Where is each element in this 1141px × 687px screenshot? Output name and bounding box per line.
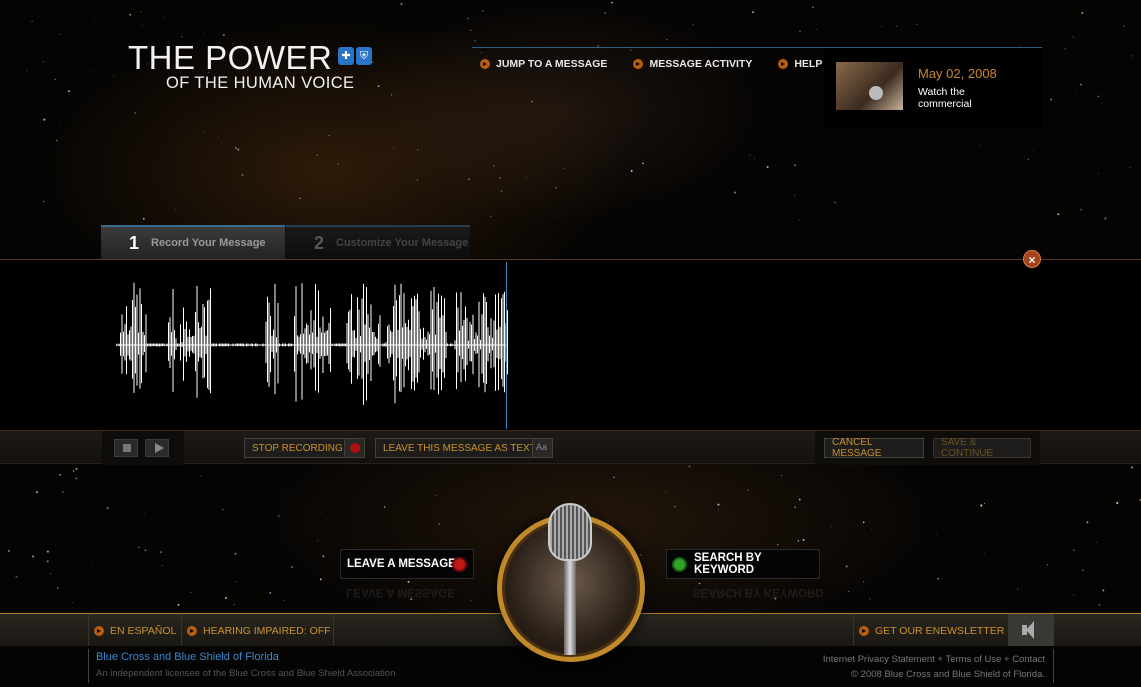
cancel-message-button[interactable]: CANCEL MESSAGE: [824, 437, 924, 459]
nav-divider: [472, 47, 824, 48]
nav-jump-to-message[interactable]: JUMP TO A MESSAGE: [480, 58, 607, 70]
enewsletter-link[interactable]: GET OUR ENEWSLETTER: [859, 622, 1004, 640]
audio-waveform: [116, 282, 508, 405]
transport-group: [102, 431, 184, 465]
promo-date: May 02, 2008: [918, 66, 997, 81]
search-dot-icon: [672, 557, 687, 572]
close-icon[interactable]: ×: [1023, 250, 1041, 268]
record-dot-icon: [350, 443, 360, 453]
tab-number: 1: [129, 232, 140, 253]
hearing-impaired-toggle[interactable]: HEARING IMPAIRED: OFF: [187, 622, 331, 640]
licensee-text: An independent licensee of the Blue Cros…: [96, 668, 396, 679]
search-keyword-button[interactable]: SEARCH BY KEYWORD: [666, 549, 820, 579]
terms-link[interactable]: Terms of Use: [945, 654, 1001, 665]
play-icon[interactable]: [145, 439, 169, 457]
tab-record-message[interactable]: 1 Record Your Message: [101, 225, 285, 259]
bcbs-logo-icon: ✚ ⛨: [338, 47, 372, 65]
microphone-icon: [548, 503, 592, 561]
stop-recording-button[interactable]: STOP RECORDING: [244, 438, 365, 458]
stop-icon[interactable]: [114, 439, 138, 457]
logo-title: THE POWER: [128, 39, 333, 76]
logo: THE POWER OF THE HUMAN VOICE ✚ ⛨: [128, 39, 372, 92]
commercial-promo[interactable]: May 02, 2008 Watch the commercial: [824, 47, 1042, 128]
arrow-bullet-icon: [187, 626, 197, 636]
microphone-stand: [564, 560, 576, 655]
arrow-bullet-icon: [94, 626, 104, 636]
arrow-bullet-icon: [633, 59, 644, 69]
leave-as-text-button[interactable]: LEAVE THIS MESSAGE AS TEXT Aa: [375, 438, 553, 458]
nav-message-activity[interactable]: MESSAGE ACTIVITY: [633, 58, 752, 70]
footer-legal: Internet Privacy Statement + Terms of Us…: [822, 654, 1045, 680]
playhead-cursor: [506, 262, 507, 429]
logo-subtitle: OF THE HUMAN VOICE: [166, 74, 355, 92]
tab-label: Record Your Message: [151, 237, 266, 249]
tab-customize-message[interactable]: 2 Customize Your Message: [286, 225, 470, 259]
contact-link[interactable]: Contact: [1012, 654, 1045, 665]
recording-controls: STOP RECORDING LEAVE THIS MESSAGE AS TEX…: [0, 430, 1141, 465]
footer-company: Blue Cross and Blue Shield of Florida An…: [96, 651, 395, 679]
record-dot-icon: [452, 557, 467, 572]
nav-help[interactable]: HELP: [778, 58, 822, 70]
save-continue-button[interactable]: SAVE & CONTINUE: [933, 437, 1031, 459]
commercial-thumbnail[interactable]: [836, 62, 903, 110]
top-nav: JUMP TO A MESSAGE MESSAGE ACTIVITY HELP: [480, 58, 848, 70]
watch-commercial-link[interactable]: Watch the commercial: [918, 86, 998, 110]
search-keyword-reflection: SEARCH BY KEYWORD: [693, 586, 824, 598]
speaker-icon[interactable]: [1008, 614, 1054, 646]
company-link[interactable]: Blue Cross and Blue Shield of Florida: [96, 651, 395, 663]
privacy-link[interactable]: Internet Privacy Statement: [823, 654, 935, 665]
text-icon: Aa: [536, 442, 548, 452]
leave-message-reflection: LEAVE A MESSAGE: [346, 586, 455, 598]
arrow-bullet-icon: [859, 626, 869, 636]
waveform-panel: [0, 259, 1141, 430]
leave-message-button[interactable]: LEAVE A MESSAGE: [340, 549, 474, 579]
arrow-bullet-icon: [778, 59, 789, 69]
en-espanol-link[interactable]: EN ESPAÑOL: [94, 622, 176, 640]
tab-number: 2: [314, 232, 325, 253]
arrow-bullet-icon: [480, 59, 490, 69]
copyright-text: © 2008 Blue Cross and Blue Shield of Flo…: [851, 669, 1045, 680]
tab-label: Customize Your Message: [336, 237, 469, 249]
